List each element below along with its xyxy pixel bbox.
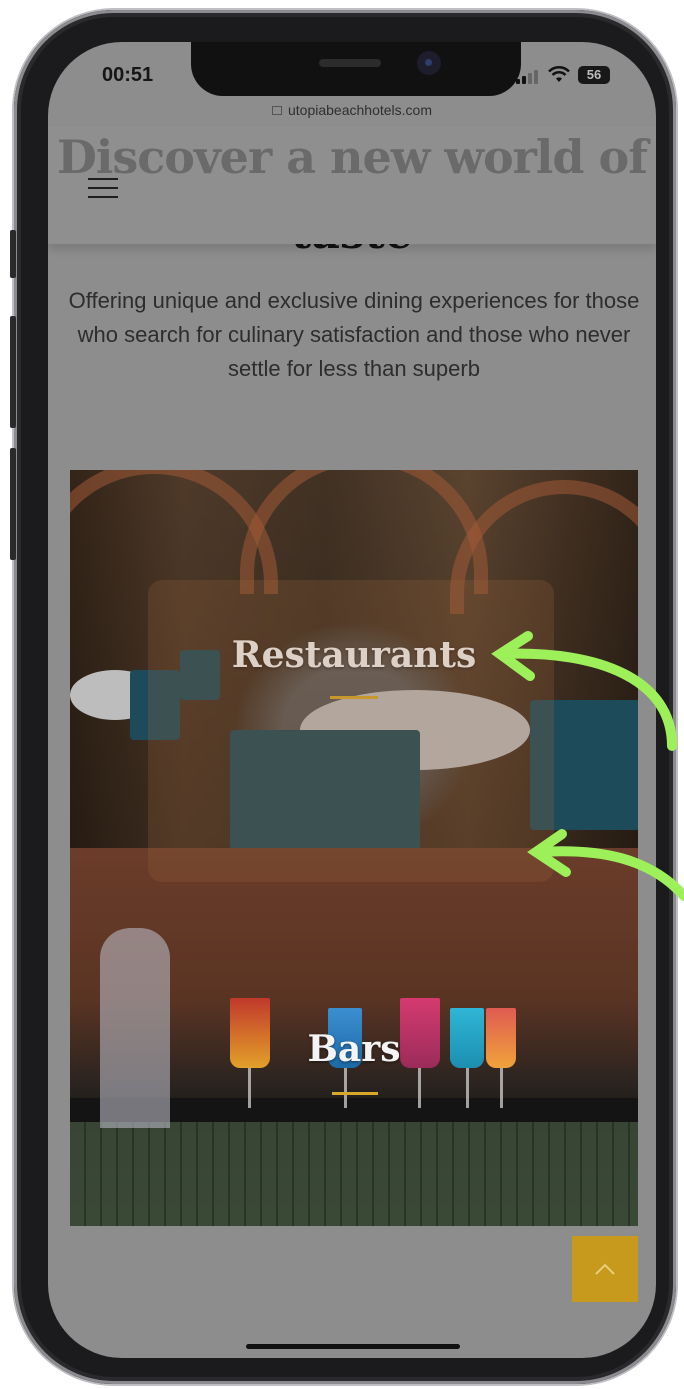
glass-stem-decor — [500, 1068, 503, 1108]
lock-icon — [272, 106, 282, 115]
battery-icon: 56 — [578, 66, 610, 84]
wifi-icon — [548, 66, 570, 90]
status-time: 00:51 — [102, 64, 154, 86]
home-indicator — [246, 1344, 460, 1349]
url-text: utopiabeachhotels.com — [288, 102, 432, 118]
page-title-line1: Discover a new world of — [57, 130, 648, 184]
phone-side-button — [10, 448, 16, 560]
phone-side-button — [10, 230, 16, 278]
front-camera — [417, 51, 441, 75]
chevron-up-icon — [595, 1263, 615, 1275]
glass-stem-decor — [418, 1068, 421, 1108]
glass-stem-decor — [248, 1068, 251, 1108]
bar-counter-decor — [70, 1118, 638, 1226]
status-bar: 00:51 56 — [48, 42, 656, 102]
hover-overlay-box — [148, 580, 554, 882]
glass-stem-decor — [466, 1068, 469, 1108]
address-bar[interactable]: utopiabeachhotels.com — [48, 102, 656, 118]
scroll-to-top-button[interactable] — [572, 1236, 638, 1302]
phone-screen: 00:51 56 utopiabeachhotels.com taste Dis… — [48, 42, 656, 1358]
bars-label: Bars — [307, 1028, 401, 1070]
hamburger-menu-icon[interactable] — [88, 178, 118, 200]
phone-side-button — [10, 316, 16, 428]
site-header: Discover a new world of — [48, 126, 656, 244]
page-tagline: Offering unique and exclusive dining exp… — [68, 288, 640, 381]
bars-card[interactable]: Bars — [70, 848, 638, 1226]
glass-stem-decor — [344, 1068, 347, 1108]
cellular-signal-icon — [516, 70, 538, 84]
speaker — [319, 59, 381, 67]
bars-underline — [332, 1092, 378, 1095]
notch — [191, 42, 521, 96]
